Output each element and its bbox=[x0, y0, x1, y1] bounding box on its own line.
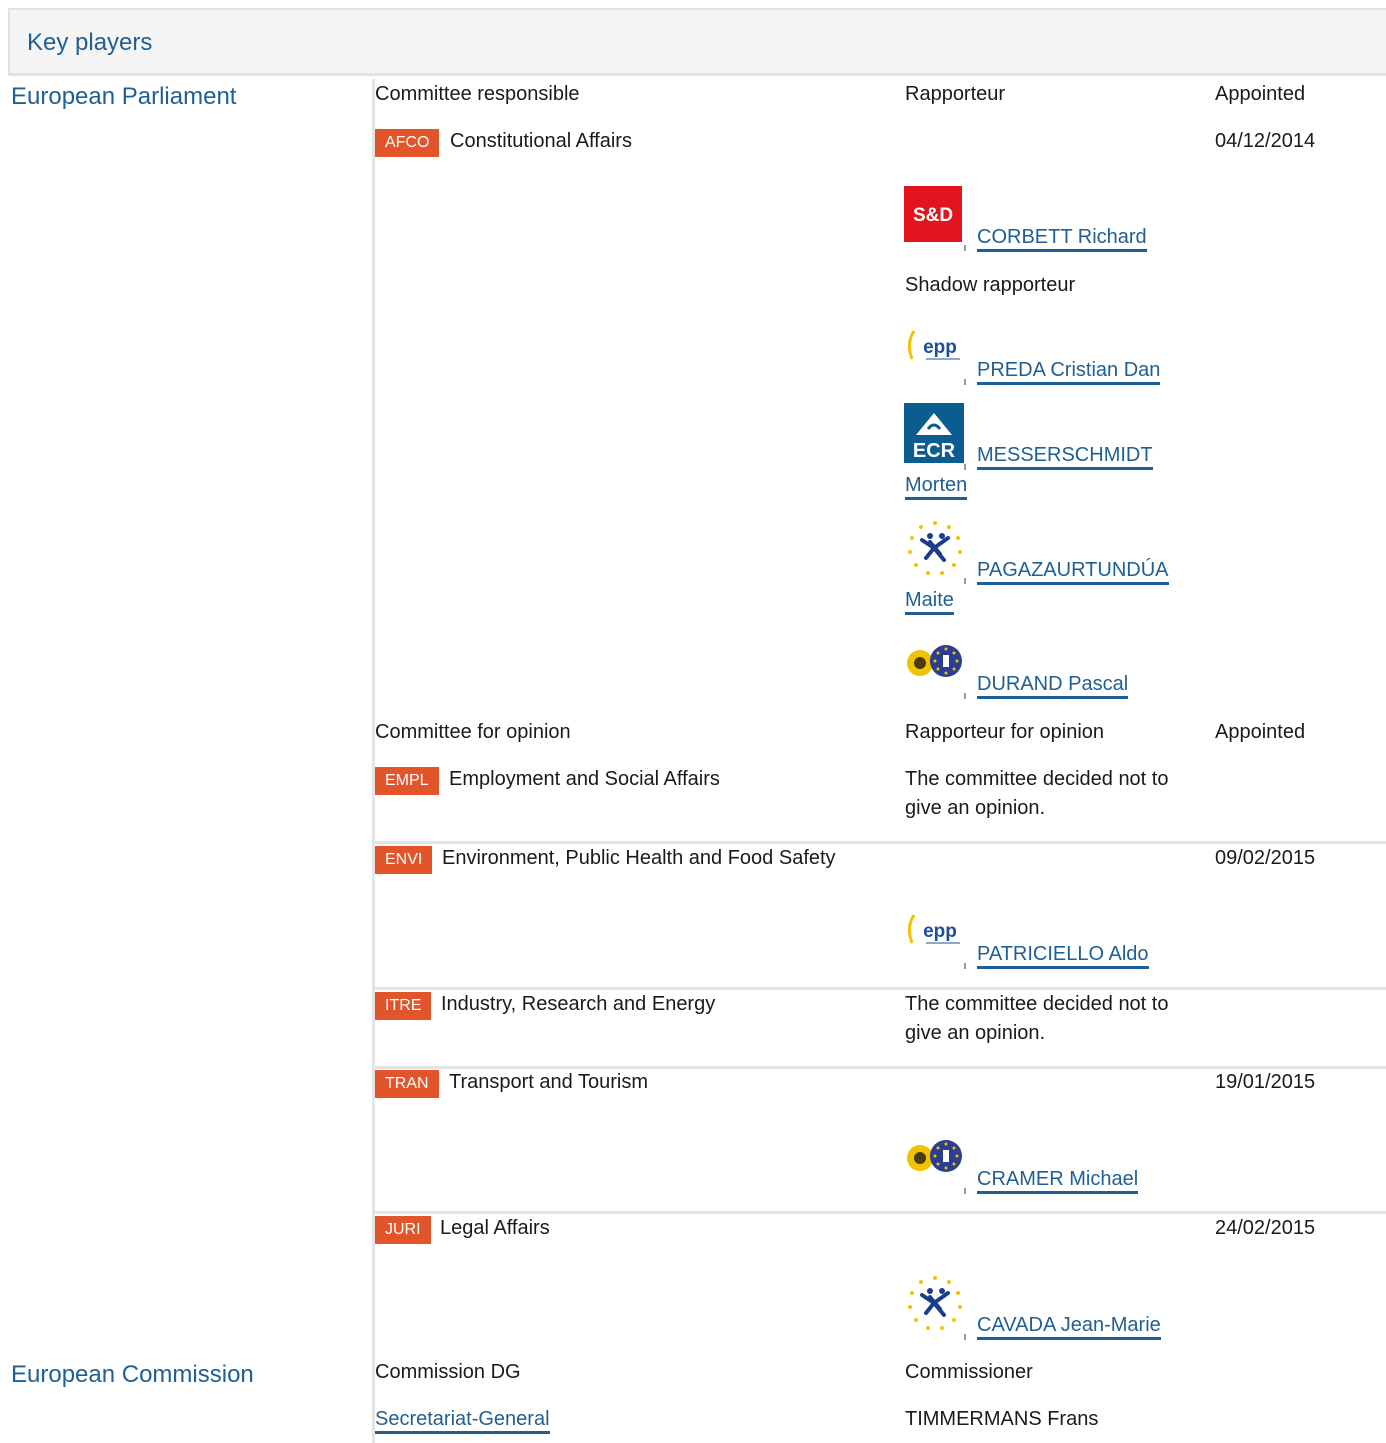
rapporteur-link-corbett[interactable]: CORBETT Richard bbox=[977, 223, 1147, 252]
shadow-name[interactable]: Maite bbox=[905, 589, 954, 615]
committee-name-juri: Legal Affairs bbox=[440, 1217, 550, 1239]
shadow-link-pagazaurtundua-2[interactable]: Maite bbox=[905, 586, 954, 615]
european-parliament-title: European Parliament bbox=[11, 83, 237, 110]
key-players-title: Key players bbox=[27, 29, 153, 56]
separator-dot bbox=[964, 1188, 966, 1194]
shadow-link-messerschmidt-1[interactable]: MESSERSCHMIDT bbox=[977, 441, 1153, 470]
alde-group-logo bbox=[904, 1273, 966, 1333]
commission-dg-link[interactable]: Secretariat-General bbox=[375, 1405, 550, 1434]
committee-badge-juri: JURI bbox=[375, 1216, 431, 1244]
opinion-rapporteur-link-cramer[interactable]: CRAMER Michael bbox=[977, 1165, 1139, 1194]
european-commission-title: European Commission bbox=[11, 1361, 254, 1388]
ecr-group-logo: ECR bbox=[904, 403, 966, 463]
svg-text:epp: epp bbox=[923, 921, 957, 942]
shadow-link-preda[interactable]: PREDA Cristian Dan bbox=[977, 356, 1161, 385]
committee-badge-envi: ENVI bbox=[375, 846, 433, 874]
committee-name-empl: Employment and Social Affairs bbox=[449, 768, 720, 790]
rapporteur-name[interactable]: CORBETT Richard bbox=[977, 226, 1147, 252]
shadow-name[interactable]: Morten bbox=[905, 474, 968, 500]
greens-efa-group-logo bbox=[904, 1128, 966, 1188]
committee-badge-empl: EMPL bbox=[375, 767, 439, 795]
shadow-name[interactable]: PREDA Cristian Dan bbox=[977, 359, 1161, 385]
sd-group-logo: S&D bbox=[904, 186, 966, 246]
col-commission-dg: Commission DG bbox=[375, 1361, 521, 1383]
col-committee-responsible: Committee responsible bbox=[375, 83, 580, 105]
committee-badge-tran: TRAN bbox=[375, 1070, 439, 1098]
opinion-rapporteur-name[interactable]: PATRICIELLO Aldo bbox=[977, 943, 1149, 969]
committee-name-envi: Environment, Public Health and Food Safe… bbox=[442, 847, 836, 869]
shadow-link-durand[interactable]: DURAND Pascal bbox=[977, 670, 1129, 699]
col-rapporteur-opinion: Rapporteur for opinion bbox=[905, 721, 1105, 743]
appointed-date-juri: 24/02/2015 bbox=[1215, 1217, 1316, 1239]
commissioner-name: TIMMERMANS Frans bbox=[905, 1408, 1099, 1430]
opinion-rapporteur-link-patriciello[interactable]: PATRICIELLO Aldo bbox=[977, 940, 1149, 969]
appointed-date-envi: 09/02/2015 bbox=[1215, 847, 1316, 869]
shadow-name[interactable]: PAGAZAURTUNDÚA bbox=[977, 559, 1169, 585]
col-rapporteur: Rapporteur bbox=[905, 83, 1006, 105]
separator-dot bbox=[964, 578, 966, 584]
col-commissioner: Commissioner bbox=[905, 1361, 1033, 1383]
shadow-link-messerschmidt-2[interactable]: Morten bbox=[905, 471, 968, 500]
commission-dg-name[interactable]: Secretariat-General bbox=[375, 1408, 550, 1434]
opinion-note-empl-1: The committee decided not to bbox=[905, 768, 1169, 790]
committee-name-tran: Transport and Tourism bbox=[449, 1071, 648, 1093]
svg-text:S&D: S&D bbox=[913, 205, 953, 226]
epp-group-logo: epp bbox=[904, 903, 966, 963]
committee-name-itre: Industry, Research and Energy bbox=[441, 993, 716, 1015]
opinion-note-itre-2: give an opinion. bbox=[905, 1022, 1046, 1044]
separator-dot bbox=[964, 245, 966, 251]
committee-name-afco: Constitutional Affairs bbox=[450, 130, 632, 152]
committee-badge-afco: AFCO bbox=[375, 129, 440, 157]
epp-group-logo: epp bbox=[904, 319, 966, 379]
separator-dot bbox=[964, 963, 966, 969]
shadow-name[interactable]: DURAND Pascal bbox=[977, 673, 1129, 699]
greens-efa-group-logo bbox=[904, 633, 966, 693]
opinion-note-itre-1: The committee decided not to bbox=[905, 993, 1169, 1015]
appointed-date-afco: 04/12/2014 bbox=[1215, 130, 1316, 152]
separator-dot bbox=[964, 464, 966, 470]
svg-text:ECR: ECR bbox=[913, 440, 956, 462]
separator-dot bbox=[964, 379, 966, 385]
committee-badge-itre: ITRE bbox=[375, 992, 432, 1020]
col-appointed: Appointed bbox=[1215, 83, 1306, 105]
shadow-name[interactable]: MESSERSCHMIDT bbox=[977, 444, 1153, 470]
opinion-note-empl-2: give an opinion. bbox=[905, 797, 1046, 819]
opinion-rapporteur-name[interactable]: CAVADA Jean-Marie bbox=[977, 1314, 1161, 1340]
alde-group-logo bbox=[904, 518, 966, 578]
appointed-date-tran: 19/01/2015 bbox=[1215, 1071, 1316, 1093]
shadow-link-pagazaurtundua-1[interactable]: PAGAZAURTUNDÚA bbox=[977, 556, 1169, 585]
separator-dot bbox=[964, 693, 966, 699]
separator-dot bbox=[964, 1334, 966, 1340]
col-appointed-opinion: Appointed bbox=[1215, 721, 1306, 743]
col-committee-opinion: Committee for opinion bbox=[375, 721, 571, 743]
shadow-rapporteur-label: Shadow rapporteur bbox=[905, 274, 1076, 296]
svg-text:epp: epp bbox=[923, 337, 957, 358]
key-players-header: Key players bbox=[8, 8, 1386, 76]
opinion-rapporteur-link-cavada[interactable]: CAVADA Jean-Marie bbox=[977, 1311, 1161, 1340]
opinion-rapporteur-name[interactable]: CRAMER Michael bbox=[977, 1168, 1139, 1194]
